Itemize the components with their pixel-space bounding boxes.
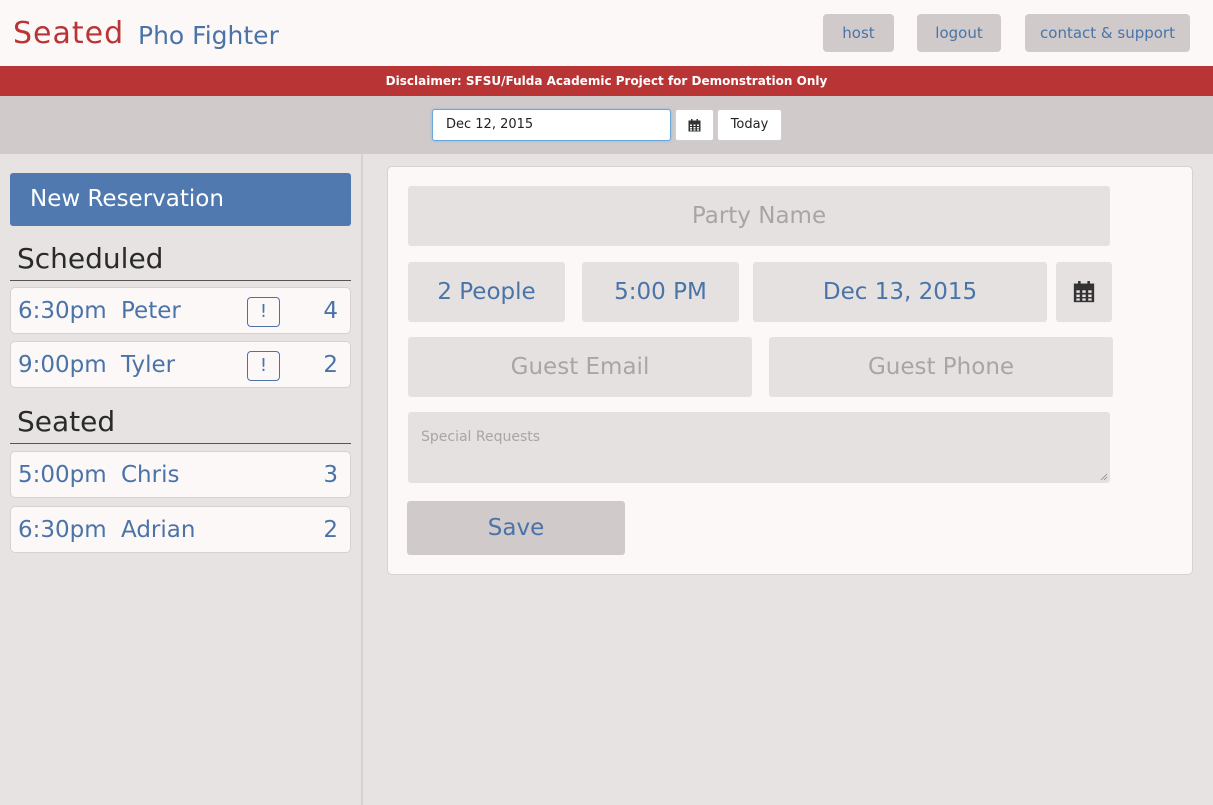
calendar-icon (1073, 281, 1095, 303)
guest-email-input[interactable]: Guest Email (408, 337, 752, 397)
party-size: 2 (323, 517, 338, 543)
host-button[interactable]: host (823, 14, 894, 52)
reservation-time: 6:30pm (18, 298, 107, 324)
today-button[interactable]: Today (717, 109, 782, 141)
reservation-calendar-button[interactable] (1056, 262, 1112, 322)
alert-button[interactable]: ! (247, 297, 280, 327)
party-size: 3 (323, 462, 338, 488)
reservation-name: Chris (121, 462, 180, 488)
resize-handle-icon[interactable] (1100, 473, 1108, 481)
seated-heading: Seated (10, 403, 351, 444)
scheduled-reservation-card[interactable]: 9:00pm Tyler ! 2 (10, 341, 351, 388)
special-requests-placeholder: Special Requests (421, 429, 541, 445)
reservation-time: 5:00pm (18, 462, 107, 488)
reservation-name: Adrian (121, 517, 196, 543)
logout-button[interactable]: logout (917, 14, 1001, 52)
scheduled-heading: Scheduled (10, 240, 351, 281)
brand-logo[interactable]: Seated (13, 14, 124, 54)
reservation-name: Tyler (121, 352, 176, 378)
reservation-name: Peter (121, 298, 181, 324)
date-calendar-button[interactable] (675, 109, 714, 141)
date-input[interactable]: Dec 12, 2015 (432, 109, 671, 141)
time-select[interactable]: 5:00 PM (582, 262, 739, 322)
contact-support-button[interactable]: contact & support (1025, 14, 1190, 52)
party-size: 2 (323, 352, 338, 378)
party-size: 4 (323, 298, 338, 324)
guest-phone-input[interactable]: Guest Phone (769, 337, 1113, 397)
disclaimer-banner: Disclaimer: SFSU/Fulda Academic Project … (0, 66, 1213, 96)
seated-reservation-card[interactable]: 5:00pm Chris 3 (10, 451, 351, 498)
calendar-icon (688, 119, 701, 132)
reservation-time: 9:00pm (18, 352, 107, 378)
reservation-form: Party Name 2 People 5:00 PM Dec 13, 2015… (387, 166, 1193, 575)
special-requests-textarea[interactable]: Special Requests (408, 412, 1110, 483)
top-header: Seated Pho Fighter host logout contact &… (0, 0, 1213, 66)
reservation-time: 6:30pm (18, 517, 107, 543)
reservation-date-input[interactable]: Dec 13, 2015 (753, 262, 1047, 322)
save-button[interactable]: Save (407, 501, 625, 555)
reservation-sidebar: New Reservation Scheduled 6:30pm Peter !… (0, 154, 363, 805)
seated-reservation-card[interactable]: 6:30pm Adrian 2 (10, 506, 351, 553)
party-name-input[interactable]: Party Name (408, 186, 1110, 246)
restaurant-name: Pho Fighter (138, 21, 279, 50)
date-bar: Dec 12, 2015 Today (0, 96, 1213, 154)
alert-button[interactable]: ! (247, 351, 280, 381)
scheduled-reservation-card[interactable]: 6:30pm Peter ! 4 (10, 287, 351, 334)
party-size-select[interactable]: 2 People (408, 262, 565, 322)
new-reservation-button[interactable]: New Reservation (10, 173, 351, 226)
